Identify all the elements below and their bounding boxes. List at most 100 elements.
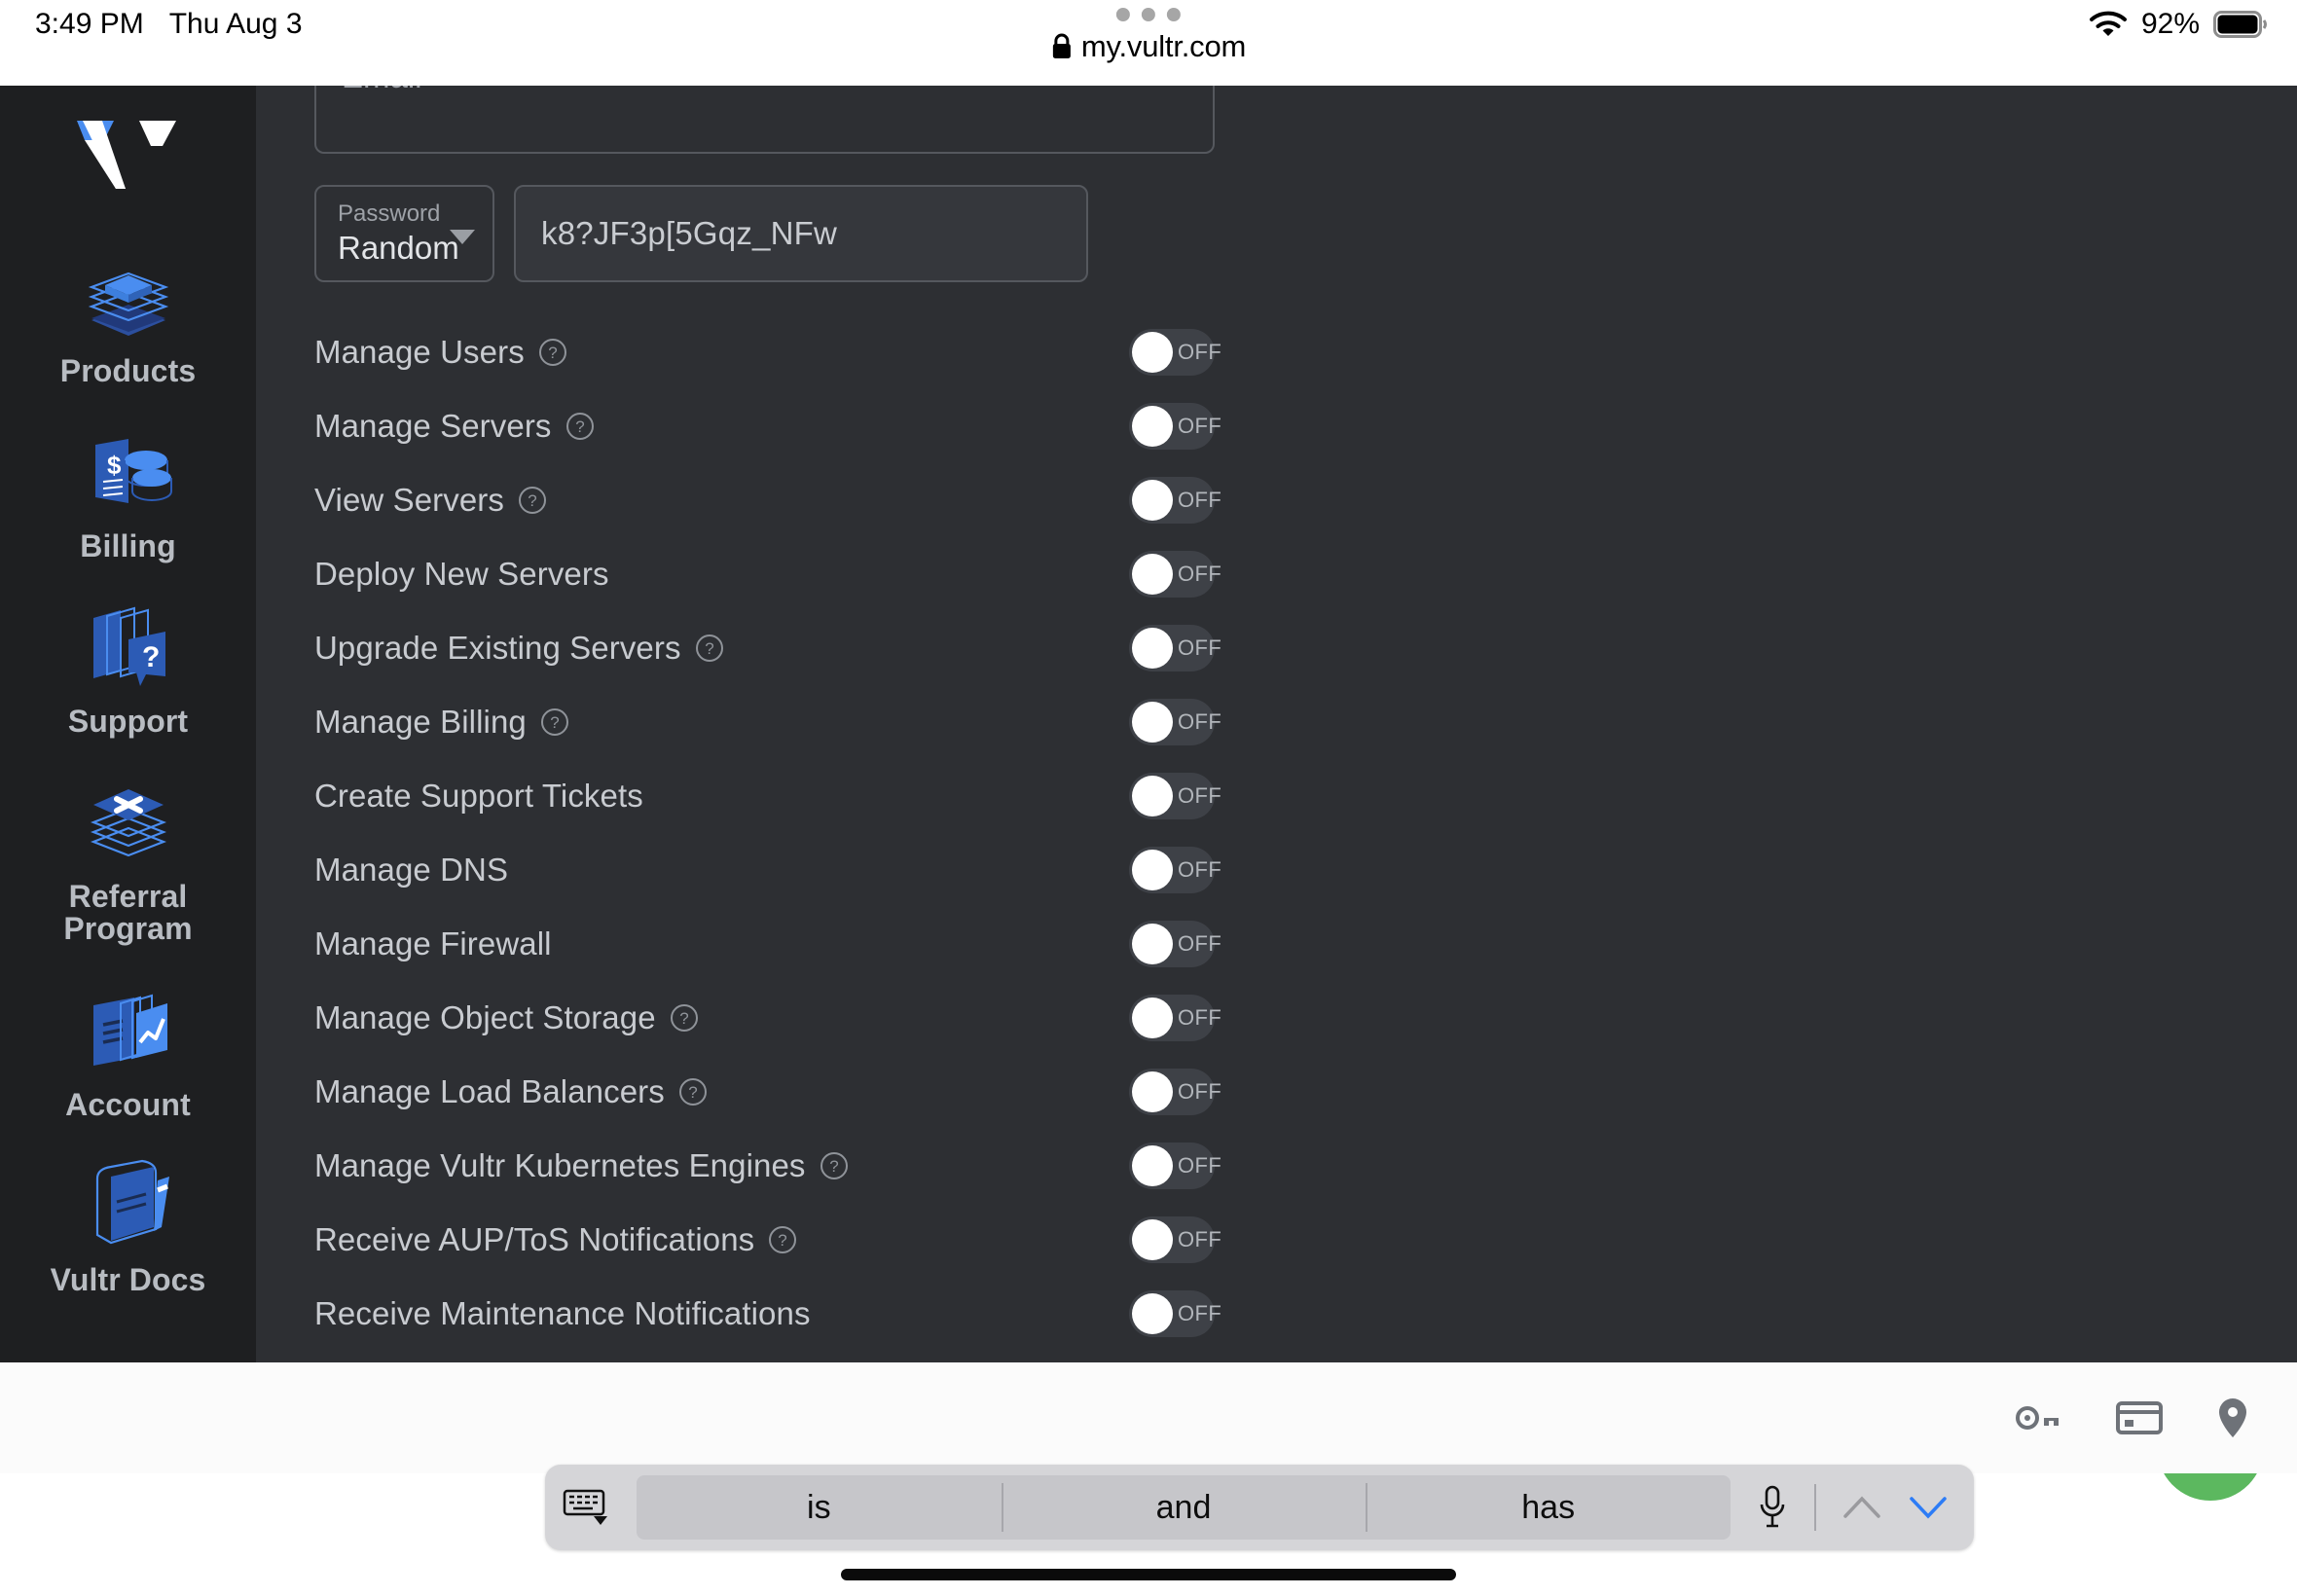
- prediction-item[interactable]: and: [1002, 1489, 1367, 1527]
- help-icon[interactable]: ?: [565, 412, 595, 441]
- toggle-state-label: OFF: [1178, 488, 1222, 512]
- permission-label-group: Manage Users?: [314, 334, 567, 371]
- permission-row: Manage Firewall OFF: [314, 907, 1221, 981]
- vultr-logo[interactable]: [75, 115, 182, 195]
- toggle-state-label: OFF: [1178, 340, 1222, 364]
- lock-icon: [1052, 33, 1071, 58]
- sidebar-item-support[interactable]: ? Support: [0, 587, 256, 762]
- permission-label: Manage Firewall: [314, 925, 552, 961]
- help-icon[interactable]: ?: [768, 1225, 797, 1254]
- permission-toggle[interactable]: OFF: [1129, 329, 1221, 376]
- svg-text:$: $: [107, 451, 122, 480]
- permission-toggle[interactable]: OFF: [1129, 1290, 1221, 1337]
- status-date: Thu Aug 3: [168, 8, 303, 40]
- sidebar-item-label: Products: [59, 353, 197, 388]
- permission-toggle[interactable]: OFF: [1129, 773, 1221, 819]
- svg-text:?: ?: [679, 1009, 688, 1028]
- help-icon[interactable]: ?: [538, 338, 567, 367]
- toggle-knob: [1132, 554, 1173, 595]
- url-bar[interactable]: my.vultr.com: [1051, 29, 1246, 64]
- help-icon[interactable]: ?: [695, 634, 724, 663]
- permission-row: Manage Billing? OFF: [314, 685, 1221, 759]
- referral-icon: [90, 789, 166, 857]
- help-icon[interactable]: ?: [540, 707, 569, 737]
- permission-label: Create Support Tickets: [314, 778, 643, 814]
- home-indicator: [841, 1569, 1456, 1580]
- chevron-down-icon[interactable]: [1908, 1493, 1949, 1522]
- docs-icon: [95, 1159, 169, 1245]
- toggle-state-label: OFF: [1178, 1153, 1222, 1178]
- password-value-field[interactable]: k8?JF3p[5Gqz_NFw: [514, 185, 1088, 282]
- location-pin-icon[interactable]: [2215, 1396, 2250, 1439]
- permission-toggle[interactable]: OFF: [1129, 477, 1221, 524]
- tab-dot: [1141, 8, 1155, 21]
- permission-label: Manage Billing: [314, 704, 527, 740]
- help-icon[interactable]: ?: [670, 1003, 699, 1033]
- tab-dot: [1115, 8, 1130, 21]
- toggle-knob: [1132, 702, 1173, 743]
- svg-text:?: ?: [550, 713, 559, 732]
- tab-handle-dots[interactable]: [1115, 8, 1181, 21]
- permission-label-group: Manage Servers?: [314, 408, 595, 445]
- permission-toggle[interactable]: OFF: [1129, 1069, 1221, 1115]
- keyboard-divider: [1814, 1484, 1816, 1531]
- keyboard-right-controls: [1738, 1484, 1974, 1531]
- permission-row: Create Support Tickets OFF: [314, 759, 1221, 833]
- sidebar-item-referral-program[interactable]: Referral Program: [0, 762, 256, 970]
- toggle-knob: [1132, 776, 1173, 816]
- add-user-form: Email Password Random k8?JF3p[5Gqz_NFw M…: [314, 86, 1221, 1482]
- prediction-item[interactable]: is: [637, 1489, 1002, 1527]
- toggle-state-label: OFF: [1178, 931, 1222, 956]
- permission-label-group: View Servers?: [314, 482, 547, 519]
- permission-row: Receive Maintenance Notifications OFF: [314, 1277, 1221, 1351]
- ipad-status-bar: 3:49 PM Thu Aug 3 my.vultr.com 92%: [0, 0, 2297, 86]
- permission-toggle[interactable]: OFF: [1129, 995, 1221, 1041]
- toggle-knob: [1132, 1071, 1173, 1112]
- toggle-state-label: OFF: [1178, 1227, 1222, 1251]
- sidebar-item-billing[interactable]: $ Billing: [0, 412, 256, 587]
- permission-toggle[interactable]: OFF: [1129, 921, 1221, 967]
- permission-toggle[interactable]: OFF: [1129, 551, 1221, 598]
- help-icon[interactable]: ?: [518, 486, 547, 515]
- toggle-knob: [1132, 332, 1173, 373]
- permission-toggle[interactable]: OFF: [1129, 847, 1221, 893]
- svg-text:?: ?: [528, 491, 536, 510]
- browser-address-area[interactable]: my.vultr.com: [1051, 8, 1246, 64]
- permission-label: Manage DNS: [314, 852, 509, 888]
- svg-text:?: ?: [779, 1231, 787, 1250]
- permission-label-group: Upgrade Existing Servers?: [314, 630, 724, 667]
- credit-card-icon[interactable]: [2116, 1399, 2163, 1436]
- chevron-up-icon[interactable]: [1841, 1493, 1882, 1522]
- microphone-icon[interactable]: [1756, 1484, 1789, 1531]
- sidebar-item-account[interactable]: Account: [0, 970, 256, 1145]
- support-icon: ?: [92, 606, 165, 686]
- permission-label: Manage Object Storage: [314, 999, 656, 1035]
- permission-row: Manage Servers? OFF: [314, 389, 1221, 463]
- toggle-state-label: OFF: [1178, 1005, 1222, 1030]
- permission-row: Manage Load Balancers? OFF: [314, 1055, 1221, 1129]
- billing-icon: $: [94, 439, 172, 503]
- prediction-item[interactable]: has: [1366, 1489, 1731, 1527]
- help-icon[interactable]: ?: [820, 1151, 849, 1180]
- permission-toggle[interactable]: OFF: [1129, 1216, 1221, 1263]
- permission-label-group: Manage DNS: [314, 852, 508, 889]
- email-field[interactable]: Email: [314, 86, 1215, 154]
- svg-text:?: ?: [829, 1157, 838, 1176]
- toggle-state-label: OFF: [1178, 635, 1222, 660]
- password-type-select[interactable]: Password Random: [314, 185, 494, 282]
- keyboard-dismiss-button[interactable]: [545, 1487, 629, 1528]
- sidebar-item-products[interactable]: Products: [0, 236, 256, 412]
- products-icon: [88, 272, 168, 336]
- permission-row: Manage DNS OFF: [314, 833, 1221, 907]
- permission-toggle[interactable]: OFF: [1129, 403, 1221, 450]
- toggle-knob: [1132, 998, 1173, 1038]
- permission-label-group: Manage Firewall: [314, 925, 552, 962]
- help-icon[interactable]: ?: [678, 1077, 708, 1106]
- permission-toggle[interactable]: OFF: [1129, 1143, 1221, 1189]
- key-icon[interactable]: [2015, 1398, 2063, 1437]
- permission-toggle[interactable]: OFF: [1129, 699, 1221, 745]
- sidebar-item-vultr-docs[interactable]: Vultr Docs: [0, 1145, 256, 1321]
- battery-percent: 92%: [2140, 8, 2200, 40]
- permission-row: Manage Users? OFF: [314, 315, 1221, 389]
- permission-toggle[interactable]: OFF: [1129, 625, 1221, 671]
